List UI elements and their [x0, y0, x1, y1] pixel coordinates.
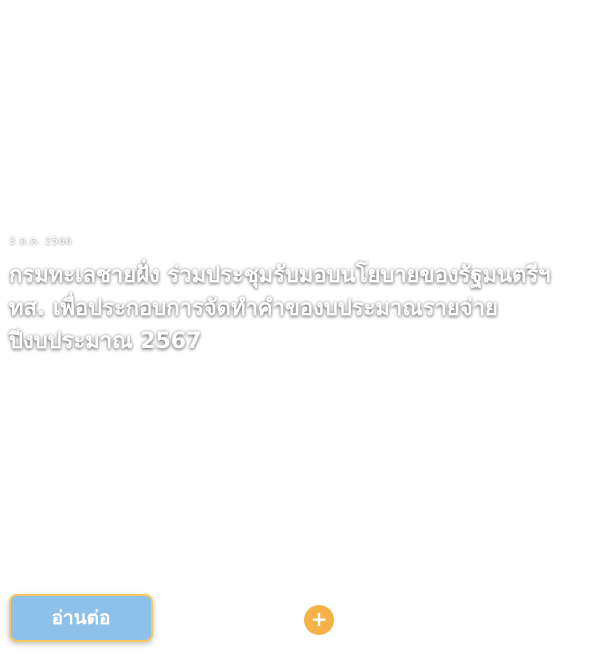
article-date: 3 ต.ค. 2566 — [9, 236, 73, 247]
read-more-label: อ่านต่อ — [51, 607, 111, 629]
news-slide: 3 ต.ค. 2566 กรมทะเลชายฝั่ง ร่วมประชุมรับ… — [0, 0, 607, 656]
add-button[interactable]: + — [304, 605, 334, 635]
article-content: 3 ต.ค. 2566 กรมทะเลชายฝั่ง ร่วมประชุมรับ… — [9, 234, 579, 358]
plus-icon: + — [310, 607, 328, 631]
read-more-button[interactable]: อ่านต่อ — [9, 594, 153, 642]
article-headline[interactable]: กรมทะเลชายฝั่ง ร่วมประชุมรับมอบนโยบายของ… — [9, 259, 579, 358]
